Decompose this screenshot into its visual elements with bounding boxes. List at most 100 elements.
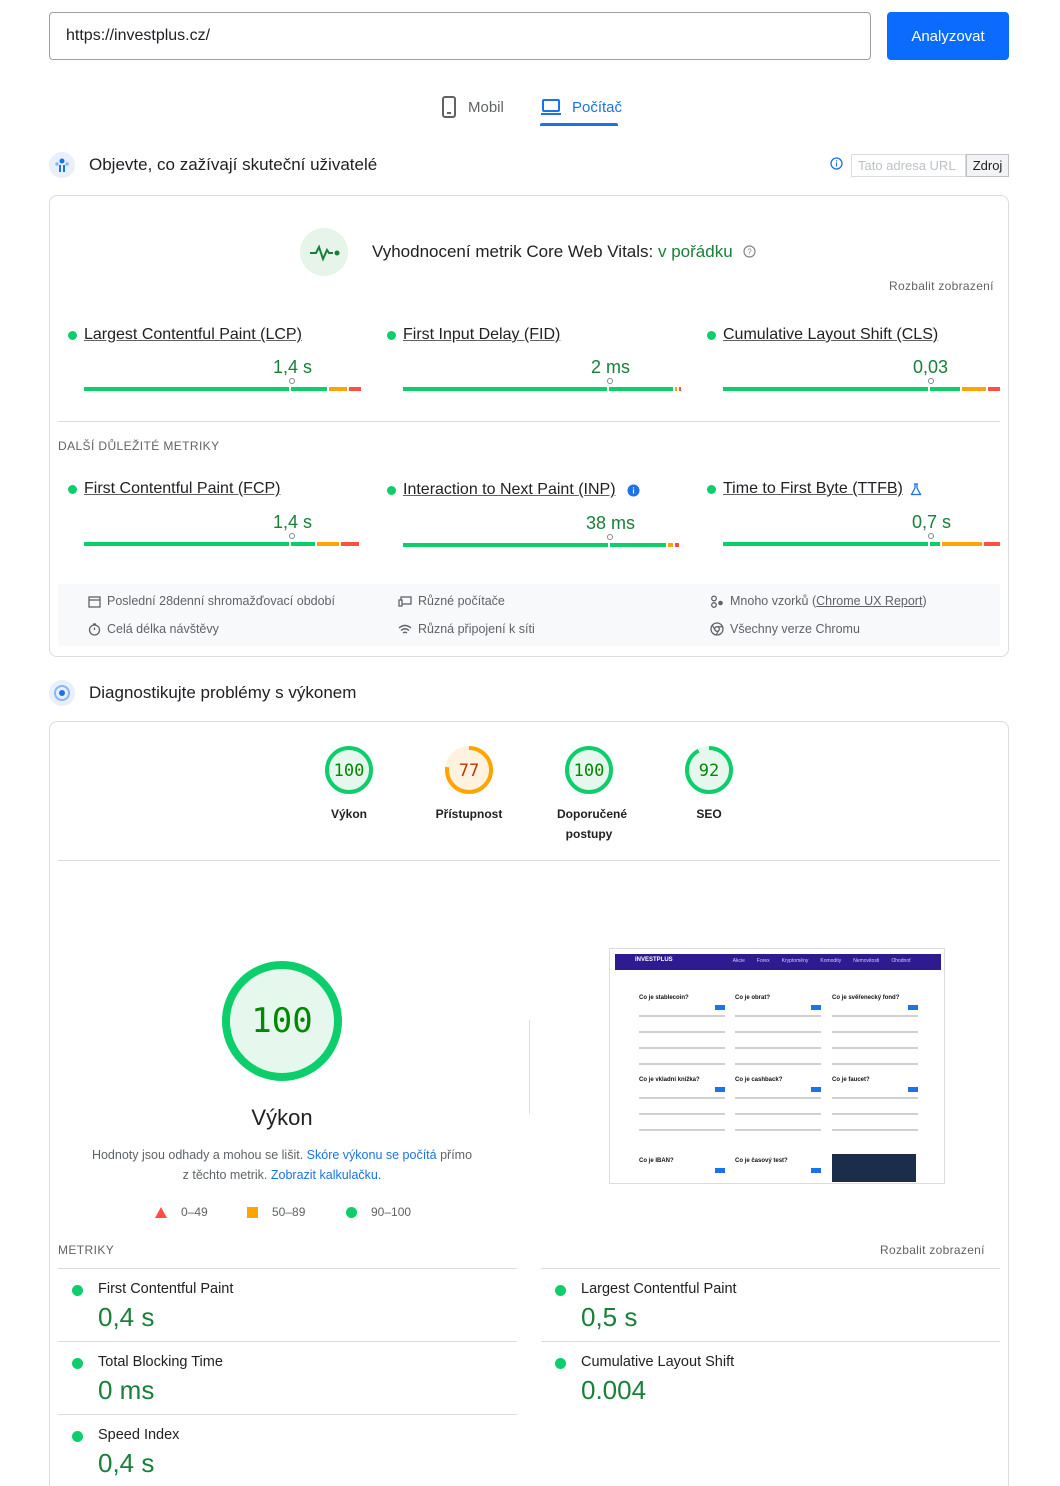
expand-metrics-button[interactable]: Rozbalit zobrazení [880,1243,985,1257]
users-icon [49,152,75,178]
score-seo[interactable]: 92 SEO [659,744,759,844]
cwv-label: Vyhodnocení metrik Core Web Vitals: [372,242,654,261]
good-dot-icon [387,331,396,340]
circle-icon [346,1206,357,1218]
legend-good: 90–100 [346,1205,411,1219]
divider [529,1020,530,1114]
divider [58,421,1000,422]
metric-inp: Interaction to Next Paint (INP) 38 ms [387,480,687,550]
metric-inp-name[interactable]: Interaction to Next Paint (INP) [403,481,616,499]
calendar-icon [88,595,101,608]
distribution-bar [403,543,681,547]
divider [58,1341,517,1342]
distribution-bar [723,542,1000,546]
tab-desktop[interactable]: Počítač [540,88,622,126]
pulse-icon [300,228,348,276]
metric-cls: Cumulative Layout Shift (CLS) 0,03 [707,326,1007,396]
svg-text:100: 100 [251,1001,312,1041]
seo-gauge: 92 [685,746,733,794]
score-label: Doporučené postupy [557,807,628,841]
help-icon[interactable]: ? [743,245,757,258]
tab-mobile[interactable]: Mobil [440,88,504,126]
devices-icon [398,595,412,607]
value-marker [928,378,934,384]
info-icon[interactable] [627,484,640,497]
metric-row-si: Speed Index 0,4 s [72,1426,512,1482]
tab-active-indicator [540,123,618,126]
timer-icon [88,622,101,636]
value-marker [607,378,613,384]
accessibility-gauge: 77 [445,746,493,794]
other-metrics-label: DALŠÍ DŮLEŽITÉ METRIKY [58,439,220,453]
gauge-score: 92 [699,761,719,781]
lab-data-header: Diagnostikujte problémy s výkonem [49,679,356,707]
samples-icon [711,595,723,608]
score-calc-link[interactable]: Skóre výkonu se počítá [307,1148,437,1162]
metric-row-fcp: First Contentful Paint 0,4 s [72,1280,512,1336]
divider [58,1414,517,1415]
performance-title: Výkon [251,1105,313,1130]
info-icon[interactable] [830,157,843,173]
performance-gauge: 100 [325,746,373,794]
metric-fcp: First Contentful Paint (FCP) 1,4 s [68,480,368,550]
metric-ttfb-value: 0,7 s [912,512,952,532]
good-dot-icon [68,331,77,340]
gauge-score: 77 [459,761,479,781]
metric-fid-value: 2 ms [591,357,631,377]
performance-big-gauge: 100 [222,961,342,1081]
divider [541,1268,1000,1269]
metric-row-lcp: Largest Contentful Paint 0,5 s [555,1280,995,1336]
good-dot-icon [707,331,716,340]
collection-period: Poslední 28denní shromažďovací období [88,594,335,608]
page-screenshot: INVESTPLUS Akcie Forex Kryptoměny Komodity N… [609,948,945,1184]
svg-text:?: ? [748,247,753,256]
metric-cls-name[interactable]: Cumulative Layout Shift (CLS) [723,326,938,344]
value-marker [928,533,934,539]
sample-count: Mnoho vzorků (Chrome UX Report) [710,594,927,608]
metric-ttfb-name[interactable]: Time to First Byte (TTFB) [723,480,903,498]
cwv-assessment: Vyhodnocení metrik Core Web Vitals: v po… [372,242,757,262]
score-performance[interactable]: 100 Výkon [299,744,399,844]
calculator-link[interactable]: Zobrazit kalkulačku. [271,1168,381,1182]
square-icon [247,1206,258,1218]
divider [58,1268,517,1269]
source-url-field[interactable]: Tato adresa URL [851,154,966,177]
distribution-bar [723,387,1000,391]
field-data-title: Objevte, co zažívají skuteční uživatelé [89,155,378,174]
good-dot-icon [387,486,396,495]
distribution-bar [84,542,361,546]
source-button[interactable]: Zdroj [966,154,1009,177]
distribution-bar [403,387,682,391]
tab-mobile-label: Mobil [468,98,504,116]
good-dot-icon [707,485,716,494]
good-dot-icon [68,485,77,494]
metric-fid-name[interactable]: First Input Delay (FID) [403,326,560,344]
expand-field-button[interactable]: Rozbalit zobrazení [889,279,994,293]
metric-row-cls: Cumulative Layout Shift 0.004 [555,1353,995,1409]
cwv-status: v pořádku [658,242,733,261]
gauge-score: 100 [574,761,605,781]
value-marker [289,378,295,384]
value-marker [289,533,295,539]
crux-link[interactable]: Chrome UX Report [816,594,922,608]
gauge-score: 100 [334,761,365,781]
visit-duration: Celá délka návštěvy [88,622,219,636]
metric-row-tbt: Total Blocking Time 0 ms [72,1353,512,1409]
score-best-practices[interactable]: 100 Doporučené postupy [539,744,639,844]
score-accessibility[interactable]: 77 Přístupnost [419,744,519,844]
good-dot-icon [72,1285,83,1296]
chrome-icon [710,622,724,636]
metric-fcp-name[interactable]: First Contentful Paint (FCP) [84,480,281,498]
url-input[interactable]: https://investplus.cz/ [49,12,871,60]
analyze-button[interactable]: Analyzovat [887,12,1009,60]
phone-icon [442,96,456,118]
performance-description: Hodnoty jsou odhady a mohou se lišit. Sk… [91,1148,473,1182]
legend-poor: 0–49 [155,1205,208,1219]
diagnostics-icon [49,680,75,706]
field-data-header: Objevte, co zažívají skuteční uživatelé [49,151,377,179]
divider [58,860,1000,861]
metric-inp-value: 38 ms [586,513,636,533]
network-types: Různá připojení k síti [398,622,535,636]
tab-desktop-label: Počítač [572,98,623,116]
metric-lcp-name[interactable]: Largest Contentful Paint (LCP) [84,326,302,344]
